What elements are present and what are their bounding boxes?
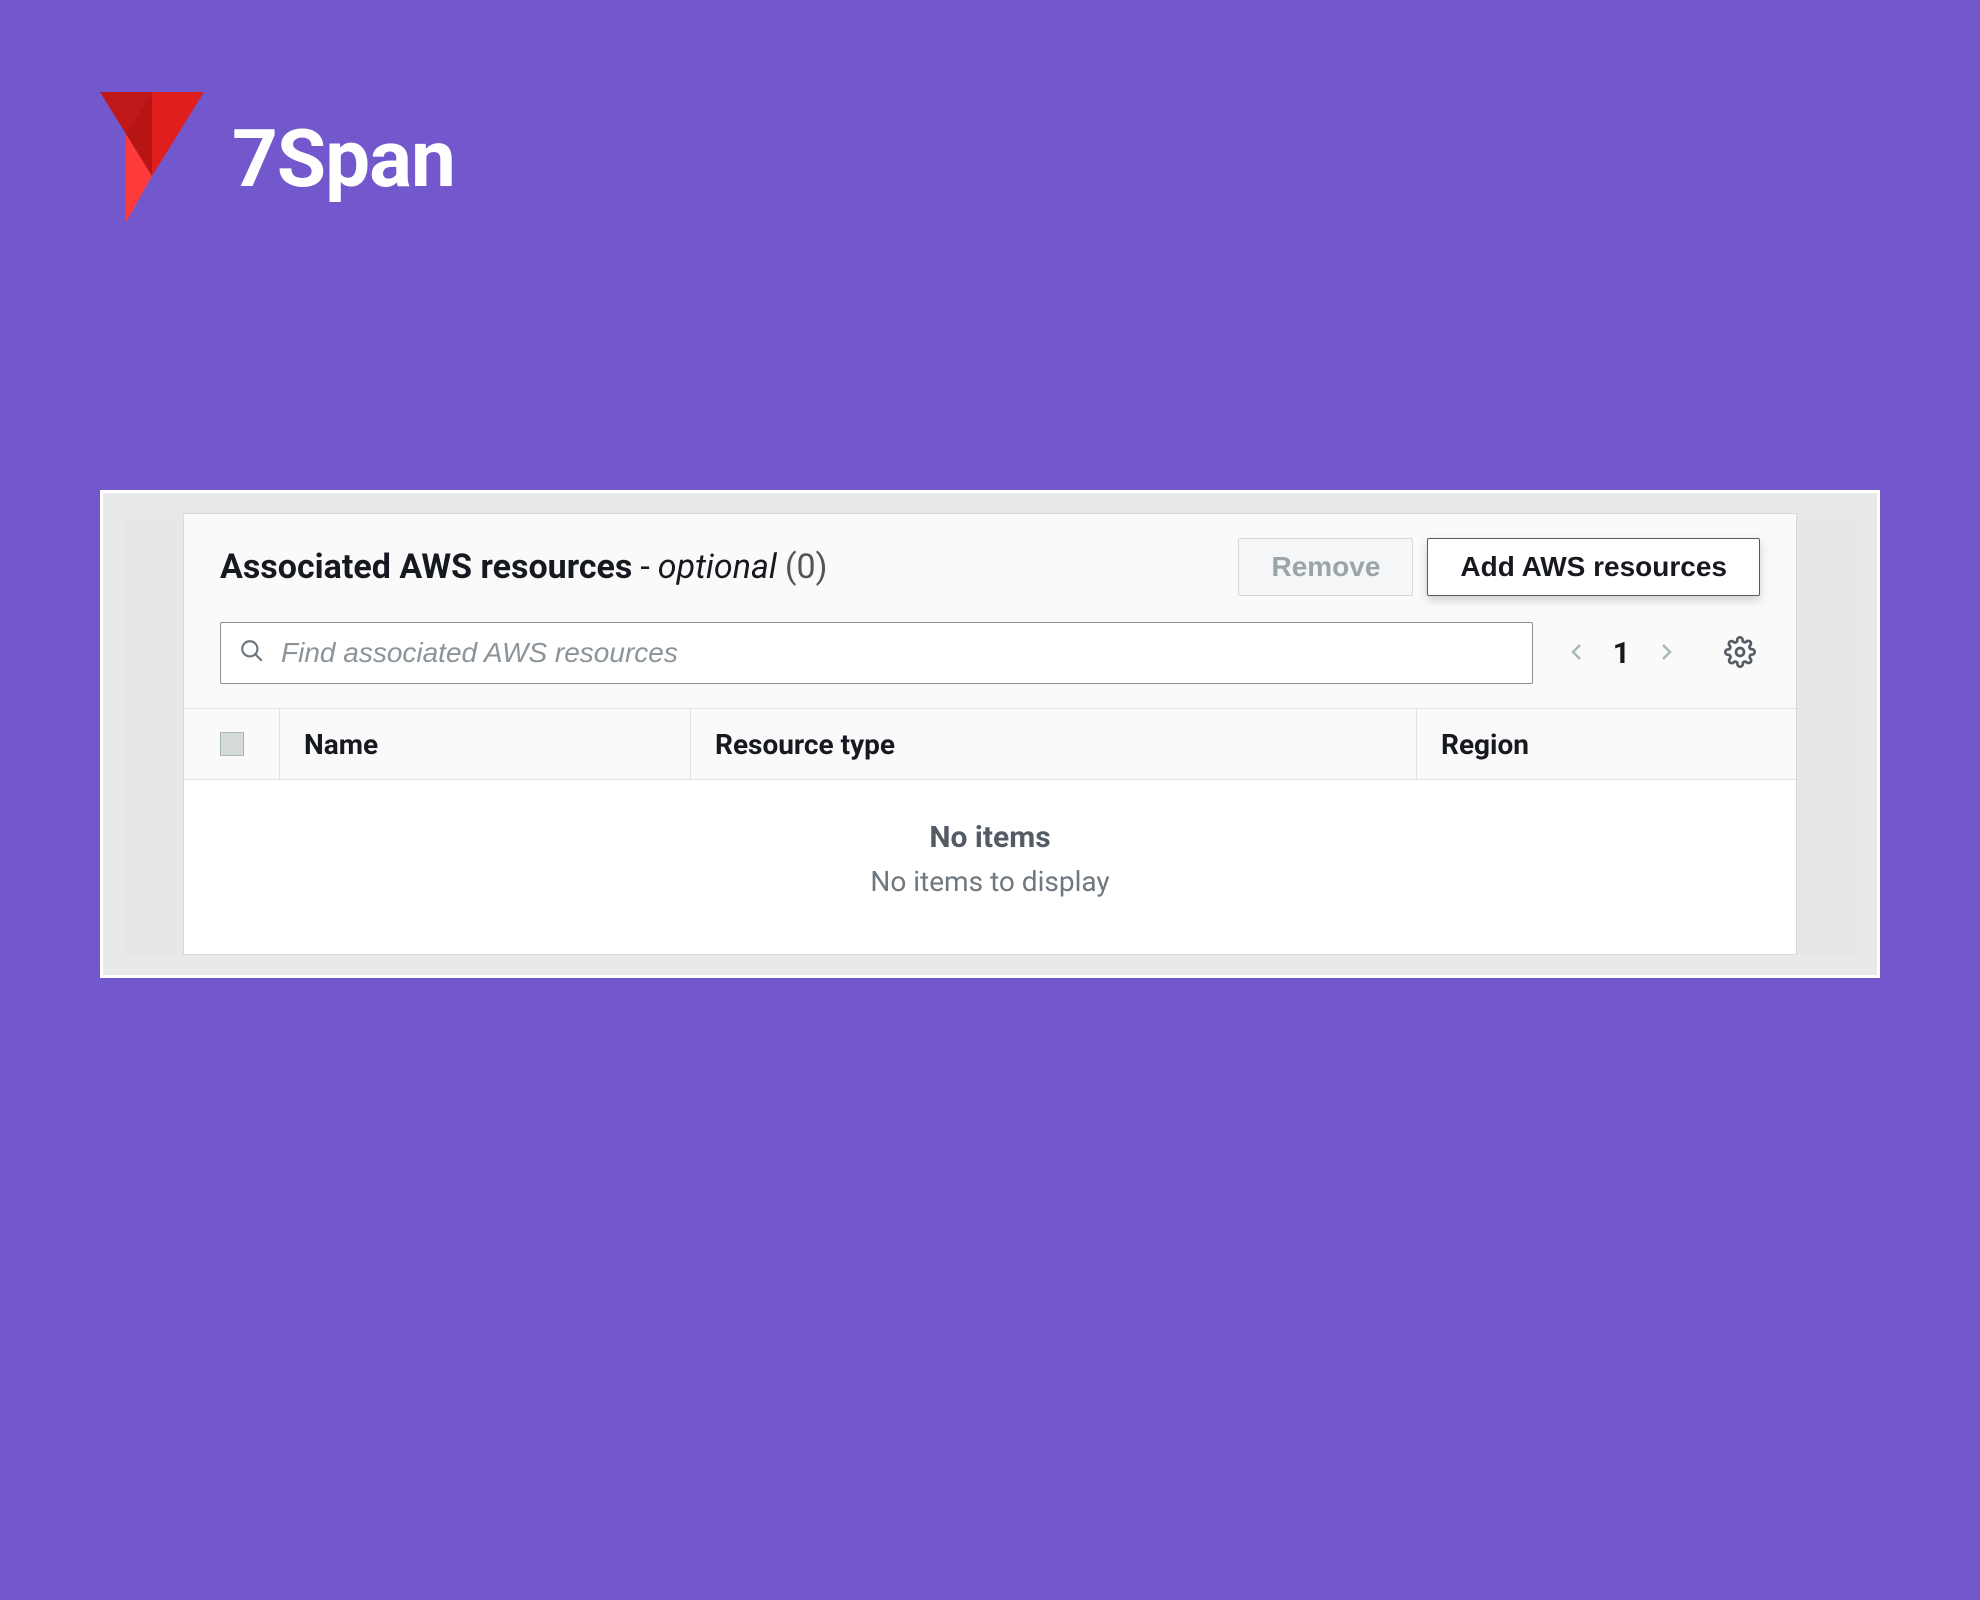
associated-resources-card: Associated AWS resources - optional (0) … (183, 513, 1797, 955)
add-resources-button[interactable]: Add AWS resources (1427, 538, 1760, 596)
select-all-cell (184, 709, 280, 779)
column-region[interactable]: Region (1416, 709, 1796, 779)
column-name[interactable]: Name (280, 709, 690, 779)
search-box[interactable] (220, 622, 1533, 684)
settings-button[interactable] (1720, 632, 1760, 675)
chevron-left-icon (1565, 655, 1589, 670)
card-title-dash: - (640, 547, 649, 587)
empty-state: No items No items to display (184, 780, 1796, 954)
card-toolbar: 1 (184, 608, 1796, 708)
card-title-optional: optional (658, 547, 777, 587)
empty-state-title: No items (184, 820, 1796, 855)
pager-page-number: 1 (1613, 636, 1630, 671)
card-header-actions: Remove Add AWS resources (1238, 538, 1760, 596)
table-header: Name Resource type Region (184, 708, 1796, 780)
brand-logo-text: 7Span (232, 112, 455, 206)
card-title: Associated AWS resources - optional (0) (220, 547, 828, 587)
search-input[interactable] (281, 637, 1514, 669)
pager-prev-button[interactable] (1561, 633, 1593, 674)
gear-icon (1724, 656, 1756, 671)
remove-button[interactable]: Remove (1238, 538, 1413, 596)
brand-logo-mark (100, 92, 204, 226)
column-resource-type[interactable]: Resource type (690, 709, 1416, 779)
empty-state-subtitle: No items to display (184, 865, 1796, 898)
select-all-checkbox[interactable] (220, 732, 244, 756)
card-header: Associated AWS resources - optional (0) … (184, 514, 1796, 608)
panel-frame-inner: Associated AWS resources - optional (0) … (123, 513, 1857, 955)
brand-logo: 7Span (100, 92, 455, 226)
pager-next-button[interactable] (1650, 633, 1682, 674)
panel-frame: Associated AWS resources - optional (0) … (100, 490, 1880, 978)
chevron-right-icon (1654, 655, 1678, 670)
card-title-count: (0) (785, 547, 828, 587)
pager: 1 (1561, 633, 1682, 674)
card-title-main: Associated AWS resources (220, 547, 632, 587)
search-icon (239, 638, 265, 668)
